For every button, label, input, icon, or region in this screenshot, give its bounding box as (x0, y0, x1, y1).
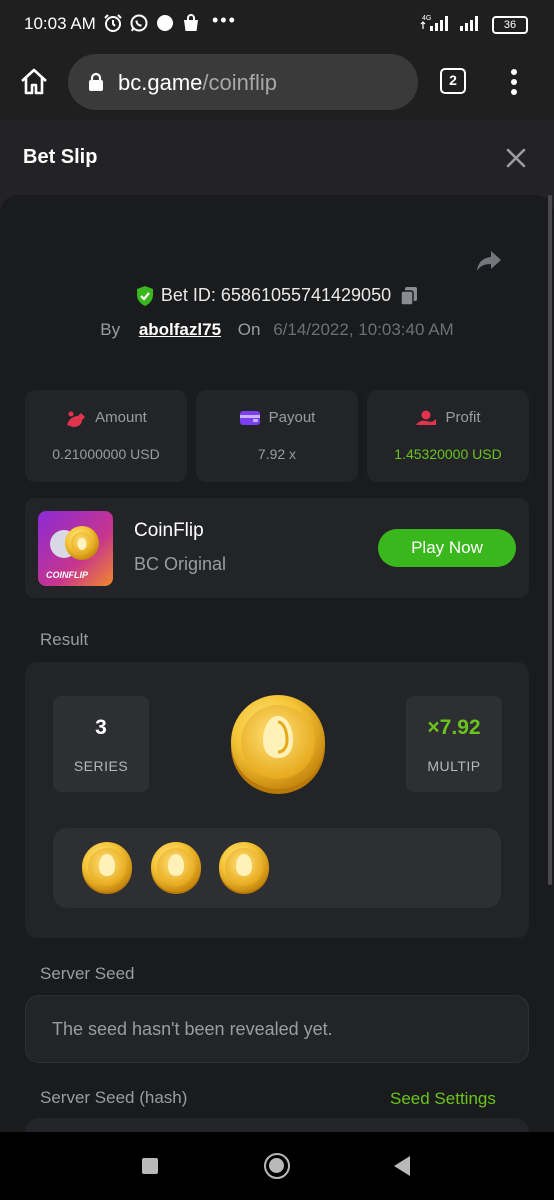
stat-amount: Amount 0.21000000 USD (25, 390, 187, 482)
status-time: 10:03 AM (24, 14, 96, 33)
profit-icon (416, 410, 437, 426)
stat-label: Amount (25, 409, 187, 428)
tabs-icon[interactable]: 2 (440, 68, 466, 94)
url-text: bc.game/coinflip (118, 70, 277, 96)
battery-icon: 36 (492, 16, 528, 34)
bet-id: Bet ID: 65861055741429050 (160, 285, 392, 305)
browser-toolbar: bc.game/coinflip 2 (0, 50, 554, 120)
multiplier-label: MULTIP (427, 758, 481, 774)
page-title: Bet Slip (23, 146, 98, 168)
coinflip-thumbnail: COINFLIP (38, 511, 113, 586)
home-icon[interactable] (18, 66, 50, 98)
recents-icon[interactable] (142, 1158, 158, 1174)
stat-payout: Payout 7.92 x (196, 390, 358, 482)
server-seed-field: The seed hasn't been revealed yet. (25, 995, 529, 1063)
more-dots-icon: ••• (212, 10, 237, 30)
play-now-button[interactable]: Play Now (378, 529, 516, 567)
by-label: By (100, 320, 121, 339)
stat-profit-value: 1.45320000 USD (394, 446, 502, 462)
game-provider: BC Original (134, 554, 227, 574)
stat-profit-label: Profit (445, 409, 481, 426)
signal-icon: 4G (420, 15, 448, 31)
url-domain: bc.game (118, 70, 203, 95)
url-path: /coinflip (202, 70, 277, 95)
network-label: 4G (422, 15, 431, 22)
coin-icon (219, 842, 269, 894)
home-button-icon[interactable] (264, 1153, 290, 1179)
amount-icon (67, 411, 86, 428)
server-seed-hash-label: Server Seed (hash) (40, 1088, 188, 1107)
url-bar[interactable]: bc.game/coinflip (68, 54, 418, 110)
menu-icon[interactable] (504, 66, 524, 98)
on-label: On (237, 320, 261, 339)
stat-amount-value: 0.21000000 USD (52, 446, 160, 462)
shopping-bag-icon (184, 14, 198, 31)
bet-meta-row: By abolfazl75 On 6/14/2022, 10:03:40 AM (0, 320, 554, 340)
game-name: CoinFlip (134, 520, 204, 541)
back-icon[interactable] (394, 1156, 410, 1176)
circle-icon (157, 15, 173, 31)
alarm-icon (104, 14, 122, 32)
series-box: 3 SERIES (53, 696, 149, 792)
bet-date: 6/14/2022, 10:03:40 AM (273, 320, 454, 339)
coin-icon (151, 842, 201, 894)
wallet-icon (239, 411, 260, 426)
copy-icon[interactable] (399, 285, 419, 307)
multiplier-box: ×7.92 MULTIP (406, 696, 502, 792)
stat-profit: Profit 1.45320000 USD (367, 390, 529, 482)
server-seed-value: The seed hasn't been revealed yet. (52, 1019, 333, 1039)
thumb-text: COINFLIP (46, 570, 89, 580)
series-value: 3 (95, 716, 107, 739)
share-icon[interactable] (474, 246, 504, 276)
android-nav-bar (0, 1132, 554, 1200)
coin-series-row (53, 828, 501, 908)
stat-payout-label: Payout (268, 409, 316, 426)
whatsapp-icon (130, 14, 148, 32)
result-label: Result (40, 630, 89, 649)
close-icon[interactable] (505, 147, 527, 169)
signal-icon (460, 16, 478, 31)
shield-check-icon (136, 286, 153, 307)
lock-icon (89, 72, 103, 91)
bet-id-row: Bet ID: 65861055741429050 (0, 285, 554, 313)
username-link[interactable]: abolfazl75 (139, 320, 221, 339)
stat-payout-value: 7.92 x (257, 446, 297, 462)
game-card: COINFLIP CoinFlip BC Original Play Now (25, 498, 529, 598)
result-box: 3 SERIES ×7.92 MULTIP (25, 662, 529, 938)
stat-amount-label: Amount (95, 409, 147, 426)
coin-icon (82, 842, 132, 894)
coin-result-icon (231, 695, 325, 794)
multiplier-value: ×7.92 (427, 716, 481, 739)
seed-settings-link[interactable]: Seed Settings (390, 1089, 496, 1109)
series-label: SERIES (73, 758, 129, 774)
server-seed-label: Server Seed (40, 964, 135, 983)
status-bar: 10:03 AM ••• 4G 36 (0, 0, 554, 50)
stat-label: Payout (196, 409, 358, 427)
stat-label: Profit (367, 409, 529, 427)
